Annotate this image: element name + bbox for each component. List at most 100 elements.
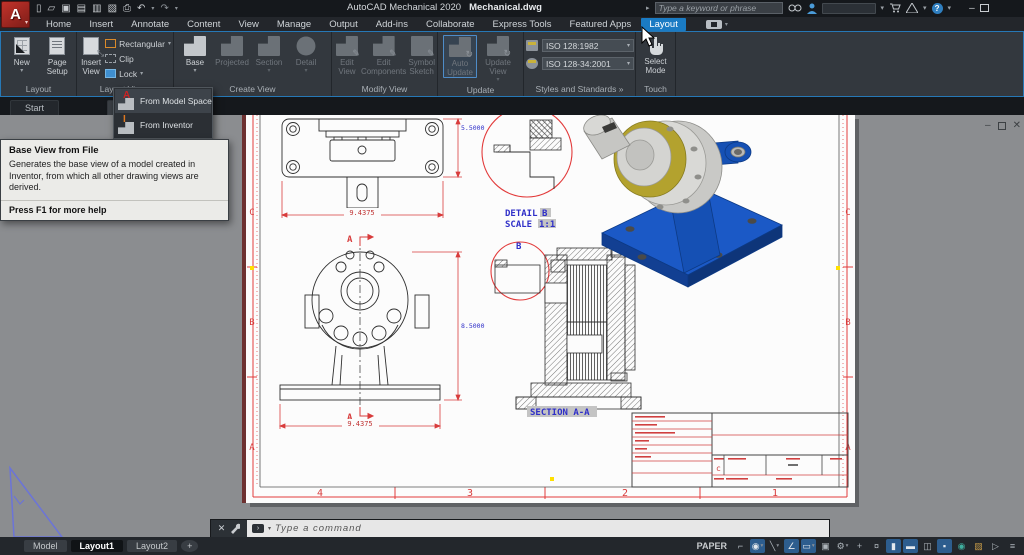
app-store-caret-icon[interactable]: ▾ — [923, 4, 927, 12]
crosshair-icon[interactable]: + — [852, 539, 867, 553]
graphics-performance-icon[interactable]: ◉ — [954, 539, 969, 553]
standard-select-1[interactable]: ISO 128:1982▾ — [542, 39, 634, 52]
dropdown-item-from-model-space[interactable]: AFrom Model Space — [115, 89, 211, 113]
annotation-visibility-icon[interactable]: ¤ — [869, 539, 884, 553]
sign-in-area[interactable] — [822, 3, 876, 14]
image-frame-icon[interactable]: ▨ — [971, 539, 986, 553]
insert-view-button[interactable]: ⤡ Insert View — [79, 35, 103, 76]
ribbon-toggle-caret-icon[interactable]: ▾ — [725, 21, 728, 28]
doc-restore-icon[interactable] — [998, 122, 1006, 130]
layout-tab-layout2[interactable]: Layout2 — [127, 540, 177, 552]
page-setup-button[interactable]: PageSetup — [41, 35, 75, 76]
new-file-icon[interactable]: ▯ — [36, 1, 42, 16]
ribbon-toggle-icon[interactable] — [706, 20, 722, 29]
doc-close-icon[interactable]: ✕ — [1013, 120, 1021, 131]
application-menu-button[interactable]: A▾ — [1, 1, 30, 28]
undo-icon-caret[interactable]: ▾ — [151, 5, 154, 12]
search-binoculars-icon[interactable] — [788, 3, 802, 13]
projected-view-button[interactable]: Projected — [215, 35, 249, 67]
standard-select-2[interactable]: ISO 128-34:2001▾ — [542, 57, 634, 70]
ortho-icon[interactable]: ╲▾ — [767, 539, 782, 553]
command-prompt-icon[interactable]: › — [252, 524, 264, 533]
command-input[interactable]: › ▾ Type a command — [247, 520, 829, 537]
edit-view-button[interactable]: ✎ EditView — [335, 35, 359, 76]
panel-label-styles[interactable]: Styles and Standards » — [524, 83, 635, 96]
transmit-icon[interactable]: ▥ — [92, 1, 101, 16]
help-icon[interactable]: ? — [932, 3, 943, 14]
search-input[interactable] — [655, 2, 783, 14]
annotation-scale-icon[interactable]: ▮ — [886, 539, 901, 553]
ribbon-tab-annotate[interactable]: Annotate — [123, 18, 177, 31]
panel-label-layout[interactable]: Layout — [1, 83, 76, 96]
add-layout-button[interactable]: + — [181, 540, 198, 552]
detail-view-button[interactable]: Detail▾ — [289, 35, 323, 75]
dynamic-input-icon[interactable]: ▭▾ — [801, 539, 816, 553]
ribbon-tab-collaborate[interactable]: Collaborate — [418, 18, 483, 31]
isolate-objects-icon[interactable]: ▷ — [988, 539, 1003, 553]
redo-icon[interactable]: ↷ — [160, 1, 168, 16]
file-tab-start[interactable]: Start — [10, 100, 59, 115]
doc-minimize-icon[interactable]: – — [985, 120, 991, 131]
object-copy-icon[interactable]: ◫ — [920, 539, 935, 553]
workspace-switch-icon[interactable]: ▬ — [903, 539, 918, 553]
app-store-icon[interactable] — [906, 3, 918, 13]
grid-snap-icon[interactable]: ◉▾ — [750, 539, 765, 553]
recover-icon[interactable]: ▧ — [108, 1, 117, 16]
lock-button[interactable]: Lock▾ — [105, 67, 171, 80]
base-view-button[interactable]: Base▾ — [178, 35, 212, 75]
help-caret-icon[interactable]: ▾ — [948, 4, 952, 12]
ribbon-tab-add-ins[interactable]: Add-ins — [368, 18, 416, 31]
ribbon-tab-output[interactable]: Output — [321, 18, 366, 31]
save-as-icon[interactable]: ▤ — [77, 1, 86, 16]
ribbon-tab-home[interactable]: Home — [38, 18, 79, 31]
command-close-icon[interactable]: ✕ — [218, 523, 226, 534]
ui-lock-icon[interactable]: ▪ — [937, 539, 952, 553]
layout-tab-model[interactable]: Model — [24, 540, 67, 552]
edit-components-button[interactable]: ✎ EditComponents — [361, 35, 406, 76]
panel-launcher-icon[interactable]: » — [619, 84, 624, 94]
sign-in-caret-icon[interactable]: ▾ — [881, 4, 885, 12]
cart-icon[interactable] — [889, 3, 901, 13]
command-line[interactable]: ✕ › ▾ Type a command — [210, 519, 830, 537]
open-folder-icon[interactable]: ▱ — [48, 1, 56, 16]
save-icon[interactable]: ▣ — [61, 1, 70, 16]
layout-tab-layout1[interactable]: Layout1 — [71, 540, 124, 552]
redo-icon-caret[interactable]: ▾ — [175, 5, 178, 12]
quick-view-icon[interactable]: ⌐ — [733, 539, 748, 553]
restore-button[interactable] — [980, 4, 989, 12]
user-icon[interactable] — [807, 3, 817, 14]
print-icon[interactable]: ⎙ — [123, 1, 131, 16]
customization-menu-icon[interactable]: ≡ — [1005, 539, 1020, 553]
polar-angle-icon[interactable]: ∠ — [784, 539, 799, 553]
ribbon-display-toggle[interactable]: ▾ — [706, 20, 728, 29]
panel-label-touch[interactable]: Touch — [636, 83, 675, 96]
symbol-sketch-button[interactable]: ✎ SymbolSketch — [408, 35, 435, 76]
clip-button[interactable]: Clip — [105, 52, 171, 65]
command-line-grip[interactable]: ✕ — [211, 520, 247, 537]
search-collapse-icon[interactable]: ▸ — [646, 4, 650, 12]
auto-update-button[interactable]: ↻ AutoUpdate — [443, 35, 477, 78]
new-layout-button[interactable]: New▾ — [5, 35, 39, 75]
undo-icon[interactable]: ↶ — [137, 1, 145, 16]
settings-gear-icon[interactable]: ⚙▾ — [835, 539, 850, 553]
base-caret-icon[interactable]: ▾ — [193, 68, 196, 75]
paper-sheet[interactable]: C B A C B A 4 3 2 1 — [246, 115, 855, 503]
ribbon-tab-featured-apps[interactable]: Featured Apps — [562, 18, 640, 31]
ribbon-tab-insert[interactable]: Insert — [81, 18, 121, 31]
dropdown-item-from-inventor[interactable]: IFrom Inventor — [115, 113, 211, 137]
ribbon-tab-express-tools[interactable]: Express Tools — [485, 18, 560, 31]
ribbon-tab-view[interactable]: View — [230, 18, 266, 31]
osnap-3d-icon[interactable]: ▣ — [818, 539, 833, 553]
update-view-button[interactable]: ↻ UpdateView▾ — [481, 35, 515, 84]
minimize-button[interactable]: – — [969, 3, 975, 14]
section-view-button[interactable]: Section▾ — [252, 35, 286, 75]
ribbon-tab-manage[interactable]: Manage — [269, 18, 319, 31]
command-customize-wrench-icon[interactable] — [229, 523, 240, 534]
ribbon-tab-content[interactable]: Content — [179, 18, 228, 31]
new-caret-icon[interactable]: ▾ — [20, 68, 23, 75]
panel-label-modify-view[interactable]: Modify View — [332, 83, 437, 96]
command-recent-caret-icon[interactable]: ▾ — [268, 525, 271, 532]
panel-label-update[interactable]: Update — [438, 84, 523, 96]
rectangular-button[interactable]: Rectangular▾ — [105, 37, 171, 50]
paper-space-indicator[interactable]: PAPER — [697, 541, 727, 551]
